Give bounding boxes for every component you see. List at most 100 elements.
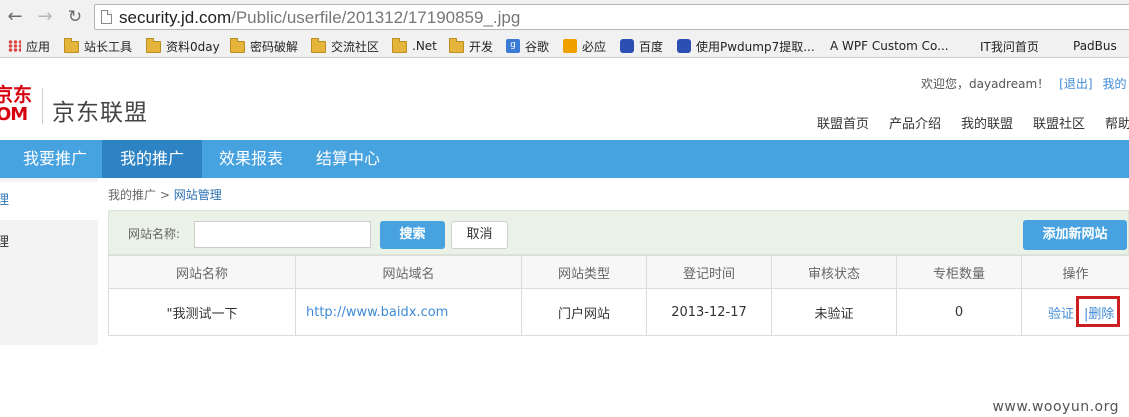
bookmark-it[interactable]: IT我问首页: [980, 38, 1039, 54]
bookmark-folder[interactable]: 密码破解: [230, 38, 298, 54]
bookmark-label: 密码破解: [250, 39, 299, 54]
bookmark-label: 百度: [639, 39, 664, 54]
page-icon: [101, 10, 112, 24]
bookmark-bing[interactable]: 必应: [563, 38, 606, 54]
column-header: 专柜数量: [896, 255, 1022, 289]
topnav-help[interactable]: 帮助: [1105, 113, 1129, 132]
column-header: 网站域名: [295, 255, 522, 289]
tab-my-promotion[interactable]: 我的推广: [102, 140, 202, 178]
sidebar-item-label: 理: [0, 235, 10, 250]
my-link[interactable]: 我的: [1103, 77, 1127, 91]
table-header-row: 网站名称 网站域名 网站类型 登记时间 审核状态 专柜数量 操作: [108, 255, 1129, 289]
logo-divider: [42, 88, 43, 124]
bookmark-apps[interactable]: 应用: [8, 38, 50, 54]
bookmark-label: 开发: [469, 39, 494, 54]
folder-icon: [392, 38, 407, 53]
google-icon: g: [506, 39, 520, 53]
address-text: security.jd.com/Public/userfile/201312/1…: [119, 8, 520, 28]
register-date-cell: 2013-12-17: [646, 288, 772, 336]
folder-icon: [449, 38, 464, 53]
bookmark-label: A WPF Custom Co...: [830, 39, 949, 53]
column-header: 网站类型: [521, 255, 647, 289]
welcome-bar: 欢迎您，dayadream！ [退出] 我的: [921, 75, 1127, 92]
bookmark-label: .Net: [412, 39, 437, 53]
column-header: 操作: [1021, 255, 1129, 289]
address-bar[interactable]: security.jd.com/Public/userfile/201312/1…: [94, 4, 1129, 30]
folder-icon: [311, 38, 326, 53]
url-host: security.jd.com: [119, 8, 232, 27]
baidu-paw-icon: [620, 39, 634, 53]
bookmark-folder[interactable]: 资料0day: [146, 38, 220, 54]
browser-toolbar: ← → ↻ security.jd.com/Public/userfile/20…: [0, 0, 1129, 34]
verify-link[interactable]: 验证: [1048, 307, 1074, 322]
breadcrumb-parent[interactable]: 我的推广: [108, 188, 156, 202]
site-name-label: 网站名称:: [128, 227, 181, 241]
sidebar-item-other[interactable]: 理: [0, 224, 98, 262]
site-name-input[interactable]: [194, 221, 371, 248]
column-header: 网站名称: [108, 255, 296, 289]
logout-link[interactable]: [退出]: [1059, 77, 1092, 91]
main-nav: 我要推广 我的推广 效果报表 结算中心: [0, 140, 1129, 178]
bookmark-label: IT我问首页: [980, 39, 1039, 54]
sidebar-item-site-management[interactable]: 理: [0, 182, 98, 220]
bookmark-label: 使用Pwdump7提取...: [696, 39, 815, 54]
folder-icon: [230, 38, 245, 53]
watermark: www.wooyun.org: [992, 399, 1119, 415]
sidebar: 理 理: [0, 178, 98, 345]
bookmark-wpf[interactable]: A WPF Custom Co...: [830, 38, 949, 54]
bookmark-folder[interactable]: 开发: [449, 38, 493, 54]
folder-icon: [64, 38, 79, 53]
topnav-products[interactable]: 产品介绍: [889, 113, 941, 132]
forward-arrow-icon[interactable]: →: [34, 6, 56, 28]
logo-line2: OM: [0, 104, 28, 125]
jd-logo[interactable]: 京东 OM: [0, 85, 32, 129]
folder-icon: [146, 38, 161, 53]
brand-title: 京东联盟: [52, 100, 148, 126]
sidebar-item-label: 理: [0, 193, 10, 208]
tab-settlement[interactable]: 结算中心: [300, 140, 396, 178]
counter-count-cell: 0: [896, 288, 1022, 336]
reload-icon[interactable]: ↻: [64, 6, 86, 28]
tab-promote[interactable]: 我要推广: [8, 140, 102, 178]
column-header: 审核状态: [771, 255, 897, 289]
bookmark-folder[interactable]: .Net: [392, 38, 437, 54]
search-bar: 网站名称: 搜索 取消 添加新网站: [108, 210, 1129, 255]
apps-grid-icon: [8, 40, 21, 52]
site-table: 网站名称 网站域名 网站类型 登记时间 审核状态 专柜数量 操作 "我测试一下 …: [108, 255, 1129, 336]
bookmark-google[interactable]: g 谷歌: [506, 38, 549, 54]
bookmark-folder[interactable]: 交流社区: [311, 38, 379, 54]
bookmark-label: 交流社区: [331, 39, 380, 54]
bookmark-label: 站长工具: [84, 39, 133, 54]
bookmark-padbus[interactable]: PadBus: [1073, 38, 1117, 54]
bookmark-label: 资料0day: [166, 39, 220, 54]
add-site-button[interactable]: 添加新网站: [1023, 220, 1127, 250]
back-arrow-icon[interactable]: ←: [4, 6, 26, 28]
site-domain-link[interactable]: http://www.baidx.com: [295, 288, 522, 336]
breadcrumb: 我的推广 > 网站管理: [108, 186, 222, 203]
topnav-community[interactable]: 联盟社区: [1033, 113, 1085, 132]
bookmark-pwdump[interactable]: 使用Pwdump7提取...: [677, 38, 815, 54]
bookmark-folder[interactable]: 站长工具: [64, 38, 132, 54]
cancel-button[interactable]: 取消: [451, 221, 508, 249]
breadcrumb-separator: >: [159, 188, 170, 202]
bookmark-label: 必应: [582, 39, 607, 54]
delete-highlight-box: [1076, 296, 1120, 327]
site-name-cell: "我测试一下: [108, 288, 296, 336]
welcome-text: 欢迎您，dayadream！: [921, 77, 1050, 91]
bing-icon: [563, 39, 577, 53]
review-status-cell: 未验证: [771, 288, 897, 336]
topnav-my-union[interactable]: 我的联盟: [961, 113, 1013, 132]
bookmark-label: 谷歌: [525, 39, 550, 54]
baidu-paw-icon: [677, 39, 691, 53]
table-row: "我测试一下 http://www.baidx.com 门户网站 2013-12…: [108, 288, 1129, 336]
topnav-home[interactable]: 联盟首页: [817, 113, 869, 132]
bookmark-baidu[interactable]: 百度: [620, 38, 663, 54]
url-path: /Public/userfile/201312/17190859_.jpg: [231, 8, 521, 27]
web-page: 京东 OM 京东联盟 欢迎您，dayadream！ [退出] 我的 联盟首页 产品介…: [0, 59, 1129, 417]
search-button[interactable]: 搜索: [380, 221, 445, 249]
bookmark-label: PadBus: [1073, 39, 1117, 53]
logo-line1: 京东: [0, 84, 33, 106]
tab-reports[interactable]: 效果报表: [202, 140, 300, 178]
bookmark-label: 应用: [26, 39, 51, 54]
site-type-cell: 门户网站: [521, 288, 647, 336]
